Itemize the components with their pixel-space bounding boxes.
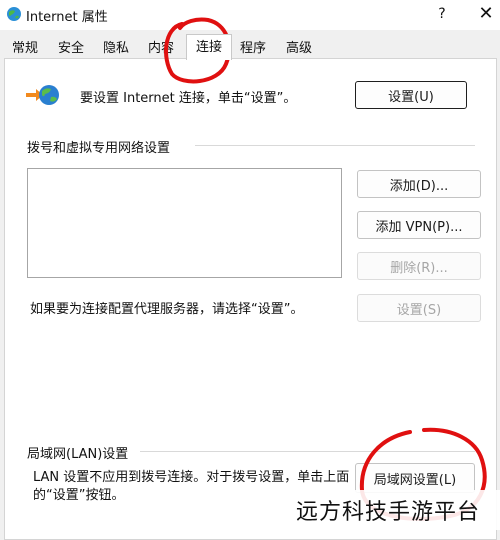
internet-globe-icon [7,7,21,21]
title-bar: Internet 属性 ? ✕ [0,0,500,30]
tab-connections[interactable]: 连接 [186,34,232,60]
tab-content[interactable]: 内容 [146,38,176,59]
settings-button[interactable]: 设置(S) [357,294,481,322]
lan-section-label: 局域网(LAN)设置 [27,447,129,462]
close-button[interactable]: ✕ [476,3,496,25]
lan-section-divider [140,451,475,452]
lan-settings-button[interactable]: 局域网设置(L) [355,463,475,493]
dialup-vpn-section-label: 拨号和虚拟专用网络设置 [27,141,171,156]
remove-button[interactable]: 删除(R)... [357,252,481,280]
connections-list[interactable] [27,168,342,278]
add-vpn-button[interactable]: 添加 VPN(P)... [357,211,481,239]
proxy-instruction-text: 如果要为连接配置代理服务器，请选择“设置”。 [30,302,304,317]
tab-advanced[interactable]: 高级 [284,38,314,59]
window-title: Internet 属性 [26,10,108,25]
add-button[interactable]: 添加(D)... [357,170,481,198]
connection-setup-icon [26,85,59,105]
setup-instruction-text: 要设置 Internet 连接，单击“设置”。 [80,91,297,106]
watermark-text: 远方科技手游平台 [296,500,481,525]
tab-general[interactable]: 常规 [10,38,40,59]
dialup-section-divider [195,145,475,146]
tab-security[interactable]: 安全 [56,38,86,59]
tab-programs[interactable]: 程序 [238,38,268,59]
tab-strip: 常规 安全 隐私 内容 连接 程序 高级 [0,32,500,60]
setup-button[interactable]: 设置(U) [355,81,467,109]
help-button[interactable]: ? [432,4,452,24]
tab-privacy[interactable]: 隐私 [101,38,131,59]
